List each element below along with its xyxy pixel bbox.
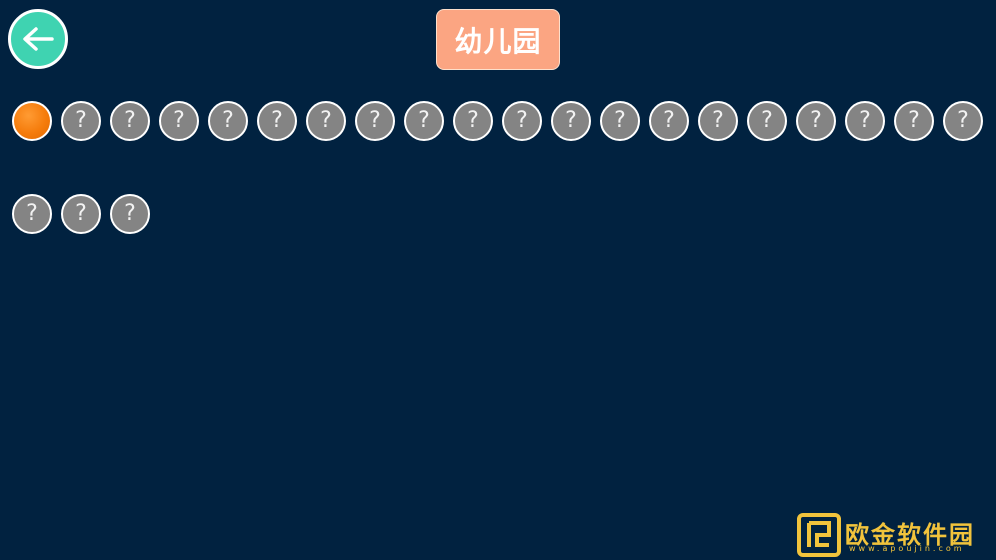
question-mark-icon: ?: [565, 108, 577, 133]
back-button[interactable]: [8, 9, 68, 69]
watermark-url: www.apoujin.com: [849, 544, 965, 553]
question-mark-icon: ?: [124, 108, 136, 133]
question-mark-icon: ?: [26, 201, 38, 226]
level-button-20[interactable]: ?: [943, 101, 983, 141]
level-button-17[interactable]: ?: [796, 101, 836, 141]
question-mark-icon: ?: [810, 108, 822, 133]
level-button-12[interactable]: ?: [551, 101, 591, 141]
question-mark-icon: ?: [124, 201, 136, 226]
watermark: 欧金软件园 www.apoujin.com: [797, 513, 992, 557]
level-button-5[interactable]: ?: [208, 101, 248, 141]
question-mark-icon: ?: [712, 108, 724, 133]
question-mark-icon: ?: [957, 108, 969, 133]
level-button-23[interactable]: ?: [110, 194, 150, 234]
level-button-11[interactable]: ?: [502, 101, 542, 141]
question-mark-icon: ?: [222, 108, 234, 133]
question-mark-icon: ?: [516, 108, 528, 133]
question-mark-icon: ?: [418, 108, 430, 133]
question-mark-icon: ?: [369, 108, 381, 133]
question-mark-icon: ?: [271, 108, 283, 133]
arrow-left-icon: [23, 27, 54, 51]
question-mark-icon: ?: [908, 108, 920, 133]
level-button-13[interactable]: ?: [600, 101, 640, 141]
question-mark-icon: ?: [859, 108, 871, 133]
level-button-6[interactable]: ?: [257, 101, 297, 141]
level-button-9[interactable]: ?: [404, 101, 444, 141]
watermark-logo-icon: [797, 513, 841, 557]
question-mark-icon: ?: [663, 108, 675, 133]
level-button-8[interactable]: ?: [355, 101, 395, 141]
level-button-21[interactable]: ?: [12, 194, 52, 234]
question-mark-icon: ?: [75, 201, 87, 226]
level-button-1[interactable]: [12, 101, 52, 141]
level-grid: ??????????????????????: [12, 101, 992, 234]
level-button-10[interactable]: ?: [453, 101, 493, 141]
question-mark-icon: ?: [467, 108, 479, 133]
level-button-14[interactable]: ?: [649, 101, 689, 141]
level-button-19[interactable]: ?: [894, 101, 934, 141]
level-button-4[interactable]: ?: [159, 101, 199, 141]
level-button-2[interactable]: ?: [61, 101, 101, 141]
level-button-7[interactable]: ?: [306, 101, 346, 141]
level-button-15[interactable]: ?: [698, 101, 738, 141]
level-button-3[interactable]: ?: [110, 101, 150, 141]
question-mark-icon: ?: [75, 108, 87, 133]
question-mark-icon: ?: [614, 108, 626, 133]
question-mark-icon: ?: [173, 108, 185, 133]
level-button-22[interactable]: ?: [61, 194, 101, 234]
question-mark-icon: ?: [320, 108, 332, 133]
question-mark-icon: ?: [761, 108, 773, 133]
level-button-18[interactable]: ?: [845, 101, 885, 141]
level-button-16[interactable]: ?: [747, 101, 787, 141]
page-title: 幼儿园: [436, 9, 560, 70]
